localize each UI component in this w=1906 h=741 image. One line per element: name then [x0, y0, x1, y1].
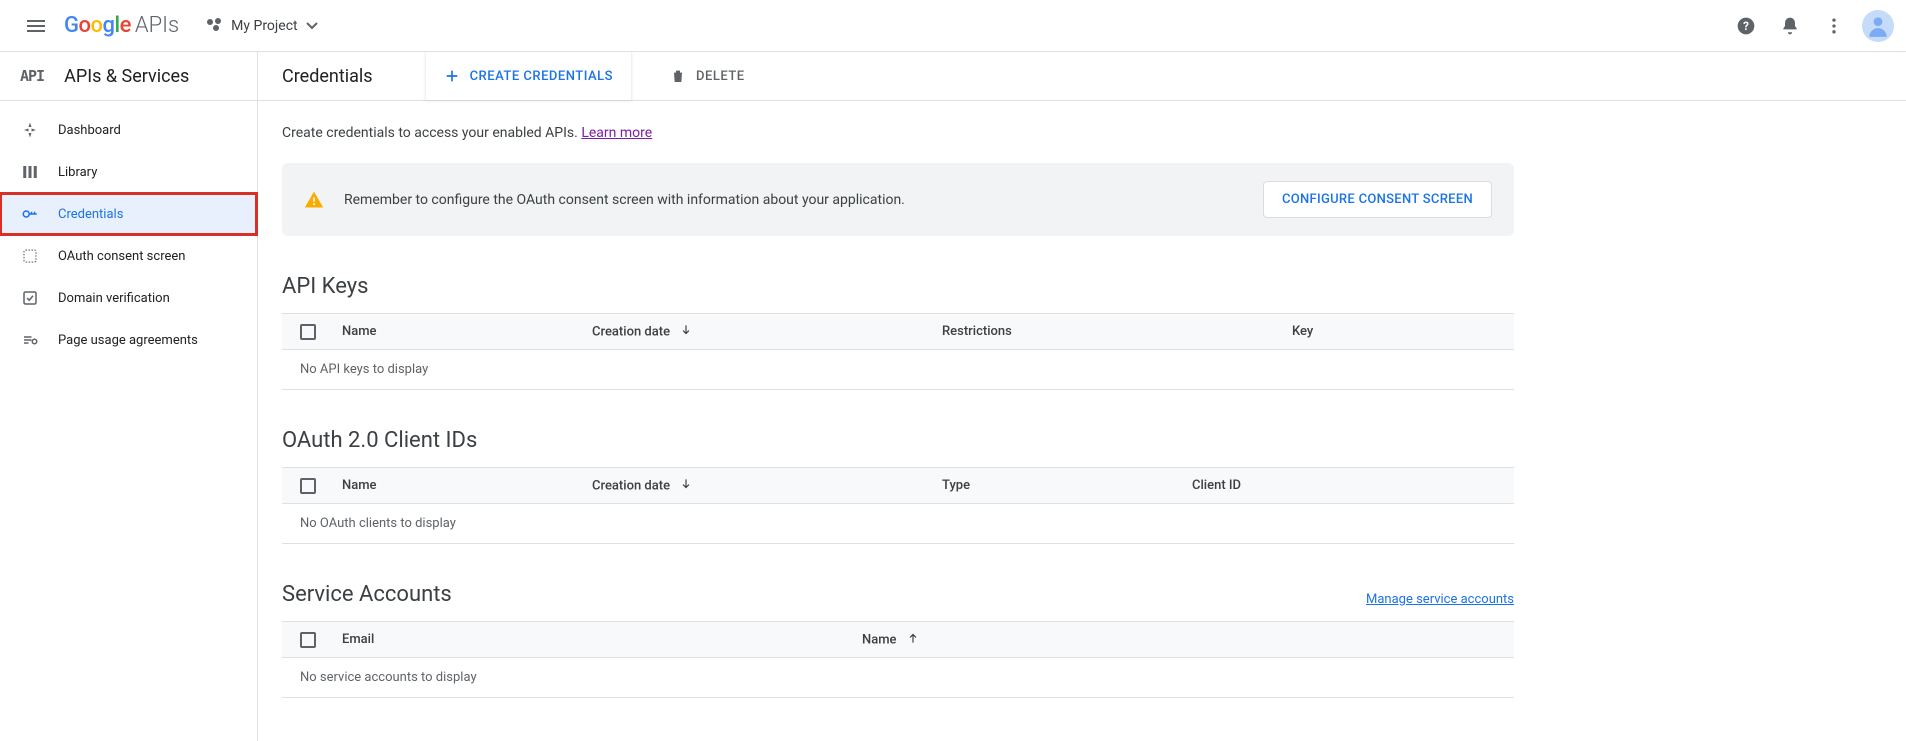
table-header-row: Name Creation date Restrictions Key: [282, 314, 1514, 350]
col-creation-date[interactable]: Creation date: [592, 477, 942, 495]
col-email[interactable]: Email: [342, 632, 862, 647]
chevron-down-icon: [306, 22, 318, 30]
select-all-checkbox[interactable]: [300, 478, 316, 494]
col-restrictions[interactable]: Restrictions: [942, 324, 1292, 339]
api-keys-section: API Keys Name Creation date Restrictions…: [282, 274, 1514, 390]
sidebar-item-library[interactable]: Library: [0, 151, 257, 193]
configure-consent-button[interactable]: CONFIGURE CONSENT SCREEN: [1263, 181, 1492, 218]
help-icon: ?: [1736, 16, 1756, 36]
main-content: Credentials CREATE CREDENTIALS DELETE Cr…: [258, 52, 1906, 741]
learn-more-link[interactable]: Learn more: [581, 125, 652, 141]
help-button[interactable]: ?: [1724, 4, 1768, 48]
empty-state: No service accounts to display: [282, 658, 1514, 697]
project-selector[interactable]: My Project: [197, 13, 325, 39]
sidebar-item-label: Library: [58, 165, 97, 180]
dashboard-icon: [20, 120, 40, 140]
sidebar-item-label: Page usage agreements: [58, 333, 198, 348]
plus-icon: [444, 68, 460, 84]
col-name[interactable]: Name: [862, 631, 1496, 649]
create-credentials-button[interactable]: CREATE CREDENTIALS: [425, 52, 632, 100]
apis-label: APIs: [135, 13, 179, 38]
sidebar-title: APIs & Services: [64, 66, 189, 87]
sidebar-item-dashboard[interactable]: Dashboard: [0, 109, 257, 151]
banner-message: Remember to configure the OAuth consent …: [344, 192, 1263, 208]
verify-icon: [20, 288, 40, 308]
hamburger-icon: [27, 20, 45, 32]
sidebar-item-credentials[interactable]: Credentials: [0, 193, 257, 235]
content-header: Credentials CREATE CREDENTIALS DELETE: [258, 52, 1906, 101]
project-icon: [205, 17, 223, 35]
library-icon: [20, 162, 40, 182]
col-type[interactable]: Type: [942, 478, 1192, 493]
arrow-down-icon: [679, 480, 693, 495]
col-client-id[interactable]: Client ID: [1192, 478, 1496, 493]
page-title: Credentials: [282, 66, 373, 87]
oauth-clients-table: Name Creation date Type Client ID No OAu…: [282, 467, 1514, 544]
select-all-checkbox[interactable]: [300, 324, 316, 340]
col-key[interactable]: Key: [1292, 324, 1496, 339]
button-label: DELETE: [696, 69, 745, 84]
bell-icon: [1780, 16, 1800, 36]
google-logo-text: Google: [64, 13, 131, 38]
oauth-clients-section: OAuth 2.0 Client IDs Name Creation date …: [282, 428, 1514, 544]
intro-text: Create credentials to access your enable…: [282, 125, 1514, 141]
table-header-row: Email Name: [282, 622, 1514, 658]
manage-service-accounts-link[interactable]: Manage service accounts: [1366, 592, 1514, 607]
sidebar-header[interactable]: API APIs & Services: [0, 52, 257, 101]
google-apis-logo[interactable]: Google APIs: [64, 13, 179, 38]
account-avatar[interactable]: [1862, 10, 1894, 42]
section-title: OAuth 2.0 Client IDs: [282, 428, 477, 453]
notifications-button[interactable]: [1768, 4, 1812, 48]
service-accounts-table: Email Name No service accounts to displa…: [282, 621, 1514, 698]
sidebar-item-label: Credentials: [58, 207, 123, 222]
select-all-checkbox[interactable]: [300, 632, 316, 648]
more-options-button[interactable]: [1812, 4, 1856, 48]
col-name[interactable]: Name: [342, 478, 592, 493]
main-menu-button[interactable]: [12, 2, 60, 50]
consent-icon: [20, 246, 40, 266]
warning-icon: [304, 190, 324, 210]
project-name-label: My Project: [231, 18, 297, 34]
sidebar-item-domain-verification[interactable]: Domain verification: [0, 277, 257, 319]
section-title: Service Accounts: [282, 582, 452, 607]
svg-text:?: ?: [1743, 19, 1749, 33]
button-label: CREATE CREDENTIALS: [470, 69, 613, 84]
usage-icon: [20, 330, 40, 350]
sidebar-item-label: OAuth consent screen: [58, 249, 185, 264]
consent-warning-banner: Remember to configure the OAuth consent …: [282, 163, 1514, 236]
empty-state: No API keys to display: [282, 350, 1514, 389]
sidebar-item-label: Domain verification: [58, 291, 170, 306]
empty-state: No OAuth clients to display: [282, 504, 1514, 543]
intro-message: Create credentials to access your enable…: [282, 125, 581, 141]
col-creation-date[interactable]: Creation date: [592, 323, 942, 341]
top-bar: Google APIs My Project ?: [0, 0, 1906, 52]
api-icon: API: [20, 67, 44, 85]
sidebar-item-label: Dashboard: [58, 123, 121, 138]
arrow-up-icon: [906, 634, 920, 649]
sidebar-item-page-usage[interactable]: Page usage agreements: [0, 319, 257, 361]
arrow-down-icon: [679, 326, 693, 341]
delete-button[interactable]: DELETE: [652, 52, 763, 100]
key-icon: [20, 204, 40, 224]
sidebar: API APIs & Services Dashboard Library Cr…: [0, 52, 258, 741]
col-name[interactable]: Name: [342, 324, 592, 339]
service-accounts-section: Service Accounts Manage service accounts…: [282, 582, 1514, 698]
api-keys-table: Name Creation date Restrictions Key No A…: [282, 313, 1514, 390]
avatar-icon: [1865, 13, 1891, 39]
section-title: API Keys: [282, 274, 369, 299]
table-header-row: Name Creation date Type Client ID: [282, 468, 1514, 504]
trash-icon: [670, 68, 686, 84]
sidebar-item-oauth-consent[interactable]: OAuth consent screen: [0, 235, 257, 277]
kebab-icon: [1824, 16, 1844, 36]
